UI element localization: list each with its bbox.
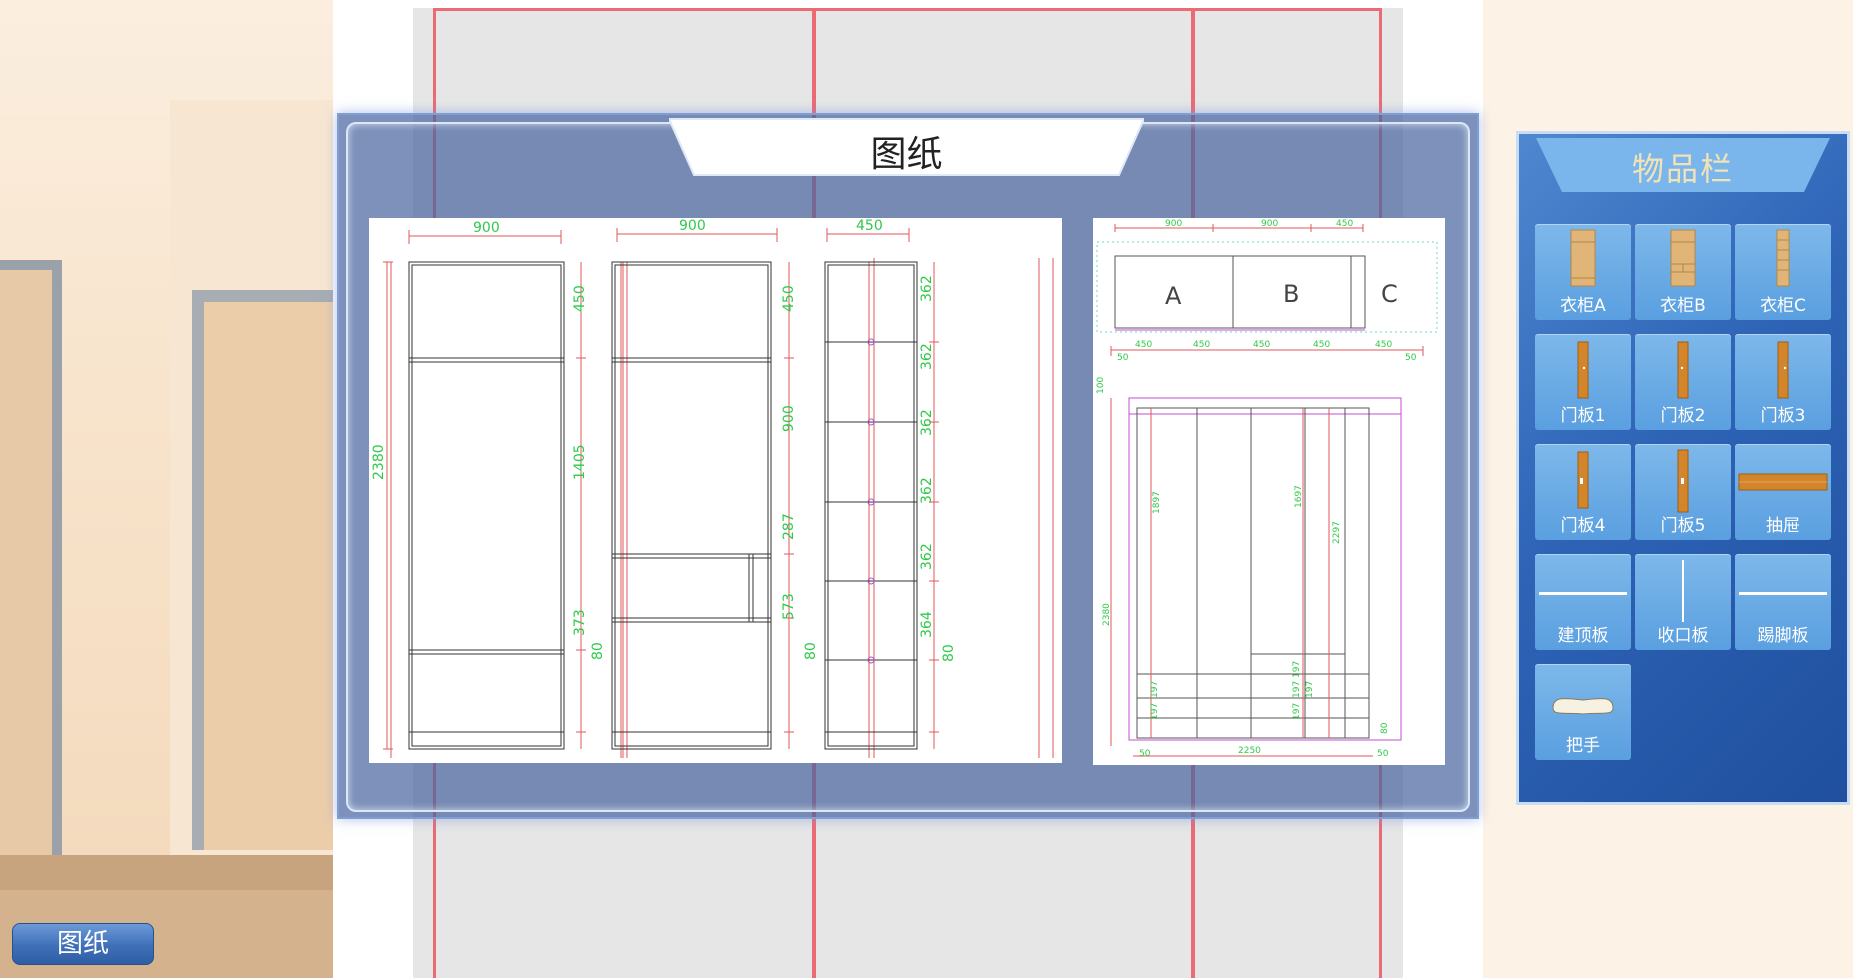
- inventory-item-label: 建顶板: [1557, 626, 1609, 646]
- dim-cab1-width: 900: [473, 220, 500, 236]
- dim-cab2-part-3: 287: [781, 513, 797, 540]
- drawer-icon: [1738, 473, 1828, 491]
- dim-cab2-part-5: 80: [803, 642, 819, 660]
- inventory-item-label: 门板5: [1660, 516, 1706, 536]
- cabinet-label-c: C: [1381, 280, 1398, 308]
- handle-icon: [1552, 697, 1614, 715]
- dim-front-drawer-a: 197: [1150, 681, 1160, 698]
- dim-front-drawer-f: 197: [1305, 681, 1315, 698]
- dim-cab2-width: 900: [679, 218, 706, 234]
- inventory-item-label: 衣柜C: [1760, 296, 1806, 316]
- inventory-item-label: 衣柜B: [1660, 296, 1706, 316]
- dim-plan-sub-3: 450: [1253, 340, 1270, 350]
- inventory-item-label: 门板1: [1560, 406, 1606, 426]
- dim-front-total-height: 2380: [1102, 603, 1112, 626]
- dim-plan-edge-left: 50: [1117, 353, 1129, 363]
- dim-front-drawer-c: 197: [1292, 661, 1302, 678]
- inventory-item-label: 门板4: [1560, 516, 1606, 536]
- inventory-item-skirting-board[interactable]: 踢脚板: [1735, 554, 1831, 650]
- inventory-item-label: 踢脚板: [1757, 626, 1809, 646]
- dim-cab2-part-1: 450: [781, 285, 797, 312]
- wardrobe-c-icon: [1776, 229, 1790, 287]
- cabinet-label-b: B: [1283, 280, 1299, 308]
- door-panel-icon: [1577, 341, 1589, 399]
- dim-cab3-width: 450: [856, 218, 883, 234]
- wardrobe-a-icon: [1570, 229, 1596, 287]
- dim-front-inner-right: 2297: [1332, 521, 1342, 544]
- inventory-item-door-panel-1[interactable]: 门板1: [1535, 334, 1631, 430]
- inventory-item-label: 收口板: [1657, 626, 1709, 646]
- inventory-item-door-panel-2[interactable]: 门板2: [1635, 334, 1731, 430]
- room-door: [0, 260, 62, 900]
- inventory-panel: 物品栏 衣柜A 衣柜B 衣柜C 门板1 门板2 门板3 门板4 门板5 抽屉 建…: [1516, 131, 1850, 805]
- closing-board-icon: [1682, 560, 1684, 622]
- dim-front-edge-right: 50: [1377, 749, 1389, 759]
- inventory-item-door-panel-3[interactable]: 门板3: [1735, 334, 1831, 430]
- inventory-item-wardrobe-c[interactable]: 衣柜C: [1735, 224, 1831, 320]
- dim-plan-width-1: 900: [1165, 219, 1182, 229]
- skirting-board-icon: [1739, 592, 1827, 595]
- inventory-item-label: 抽屉: [1766, 516, 1800, 536]
- inventory-header: 物品栏: [1536, 136, 1830, 194]
- room-door-frame: [192, 290, 333, 850]
- dim-front-bottom-total: 2250: [1238, 746, 1261, 756]
- dim-cab3-part-1: 362: [919, 275, 935, 302]
- dim-cab2-part-2: 900: [781, 405, 797, 432]
- drawing-button[interactable]: 图纸: [12, 923, 154, 965]
- dim-front-inner-left: 1897: [1152, 491, 1162, 514]
- dim-plan-sub-2: 450: [1193, 340, 1210, 350]
- dim-front-base-height: 80: [1380, 722, 1390, 734]
- door-panel-icon: [1677, 449, 1689, 513]
- drawing-modal: 图纸 900 900 450 2380 450 1405 373 80 450 …: [337, 113, 1479, 819]
- dim-plan-sub-1: 450: [1135, 340, 1152, 350]
- dim-cab1-part-2: 1405: [572, 444, 588, 480]
- dim-plan-sub-5: 450: [1375, 340, 1392, 350]
- modal-title-bar: 图纸: [669, 113, 1144, 177]
- inventory-item-drawer[interactable]: 抽屉: [1735, 444, 1831, 540]
- dim-cab3-part-4: 362: [919, 477, 935, 504]
- inventory-item-label: 门板2: [1660, 406, 1706, 426]
- dim-front-drawer-e: 197: [1292, 703, 1302, 720]
- top-board-icon: [1539, 592, 1627, 595]
- dim-front-drawer-d: 197: [1292, 681, 1302, 698]
- cabinet-label-a: A: [1165, 282, 1182, 310]
- room-view: [0, 0, 333, 978]
- dim-cab3-part-2: 362: [919, 343, 935, 370]
- dim-plan-edge-right: 50: [1405, 353, 1417, 363]
- inventory-item-wardrobe-a[interactable]: 衣柜A: [1535, 224, 1631, 320]
- dim-cab1-part-3: 373: [572, 609, 588, 636]
- dim-cab3-part-7: 80: [941, 644, 957, 662]
- dim-cab2-part-4: 573: [781, 593, 797, 620]
- elevation-drawing-sheet: 900 900 450 2380 450 1405 373 80 450 900…: [369, 218, 1100, 763]
- dim-plan-sub-4: 450: [1313, 340, 1330, 350]
- inventory-title: 物品栏: [1631, 150, 1734, 188]
- dim-front-top-gap: 100: [1096, 377, 1106, 394]
- plan-drawing-sheet: 900 900 450 A B C 450 450 450 450 450 50…: [1093, 218, 1445, 765]
- inventory-item-door-panel-4[interactable]: 门板4: [1535, 444, 1631, 540]
- door-panel-icon: [1577, 451, 1589, 509]
- inventory-item-label: 门板3: [1760, 406, 1806, 426]
- dim-front-drawer-b: 197: [1150, 703, 1160, 720]
- inventory-item-label: 把手: [1566, 736, 1600, 756]
- inventory-item-handle[interactable]: 把手: [1535, 664, 1631, 760]
- wardrobe-b-icon: [1670, 229, 1696, 287]
- modal-title: 图纸: [870, 134, 943, 175]
- dim-cab3-part-5: 362: [919, 543, 935, 570]
- dim-cab1-height: 2380: [371, 444, 387, 480]
- inventory-item-label: 衣柜A: [1560, 296, 1606, 316]
- door-panel-icon: [1677, 341, 1689, 399]
- door-panel-icon: [1777, 341, 1789, 399]
- dim-cab1-part-4: 80: [590, 642, 606, 660]
- dim-front-edge-left: 50: [1139, 749, 1151, 759]
- dim-plan-width-2: 900: [1261, 219, 1278, 229]
- dim-cab3-part-6: 364: [919, 611, 935, 638]
- inventory-item-closing-board[interactable]: 收口板: [1635, 554, 1731, 650]
- dim-cab3-part-3: 362: [919, 409, 935, 436]
- dim-plan-width-3: 450: [1336, 219, 1353, 229]
- dim-cab1-part-1: 450: [572, 285, 588, 312]
- dim-front-inner-mid: 1697: [1294, 485, 1304, 508]
- inventory-item-door-panel-5[interactable]: 门板5: [1635, 444, 1731, 540]
- inventory-item-top-board[interactable]: 建顶板: [1535, 554, 1631, 650]
- inventory-item-wardrobe-b[interactable]: 衣柜B: [1635, 224, 1731, 320]
